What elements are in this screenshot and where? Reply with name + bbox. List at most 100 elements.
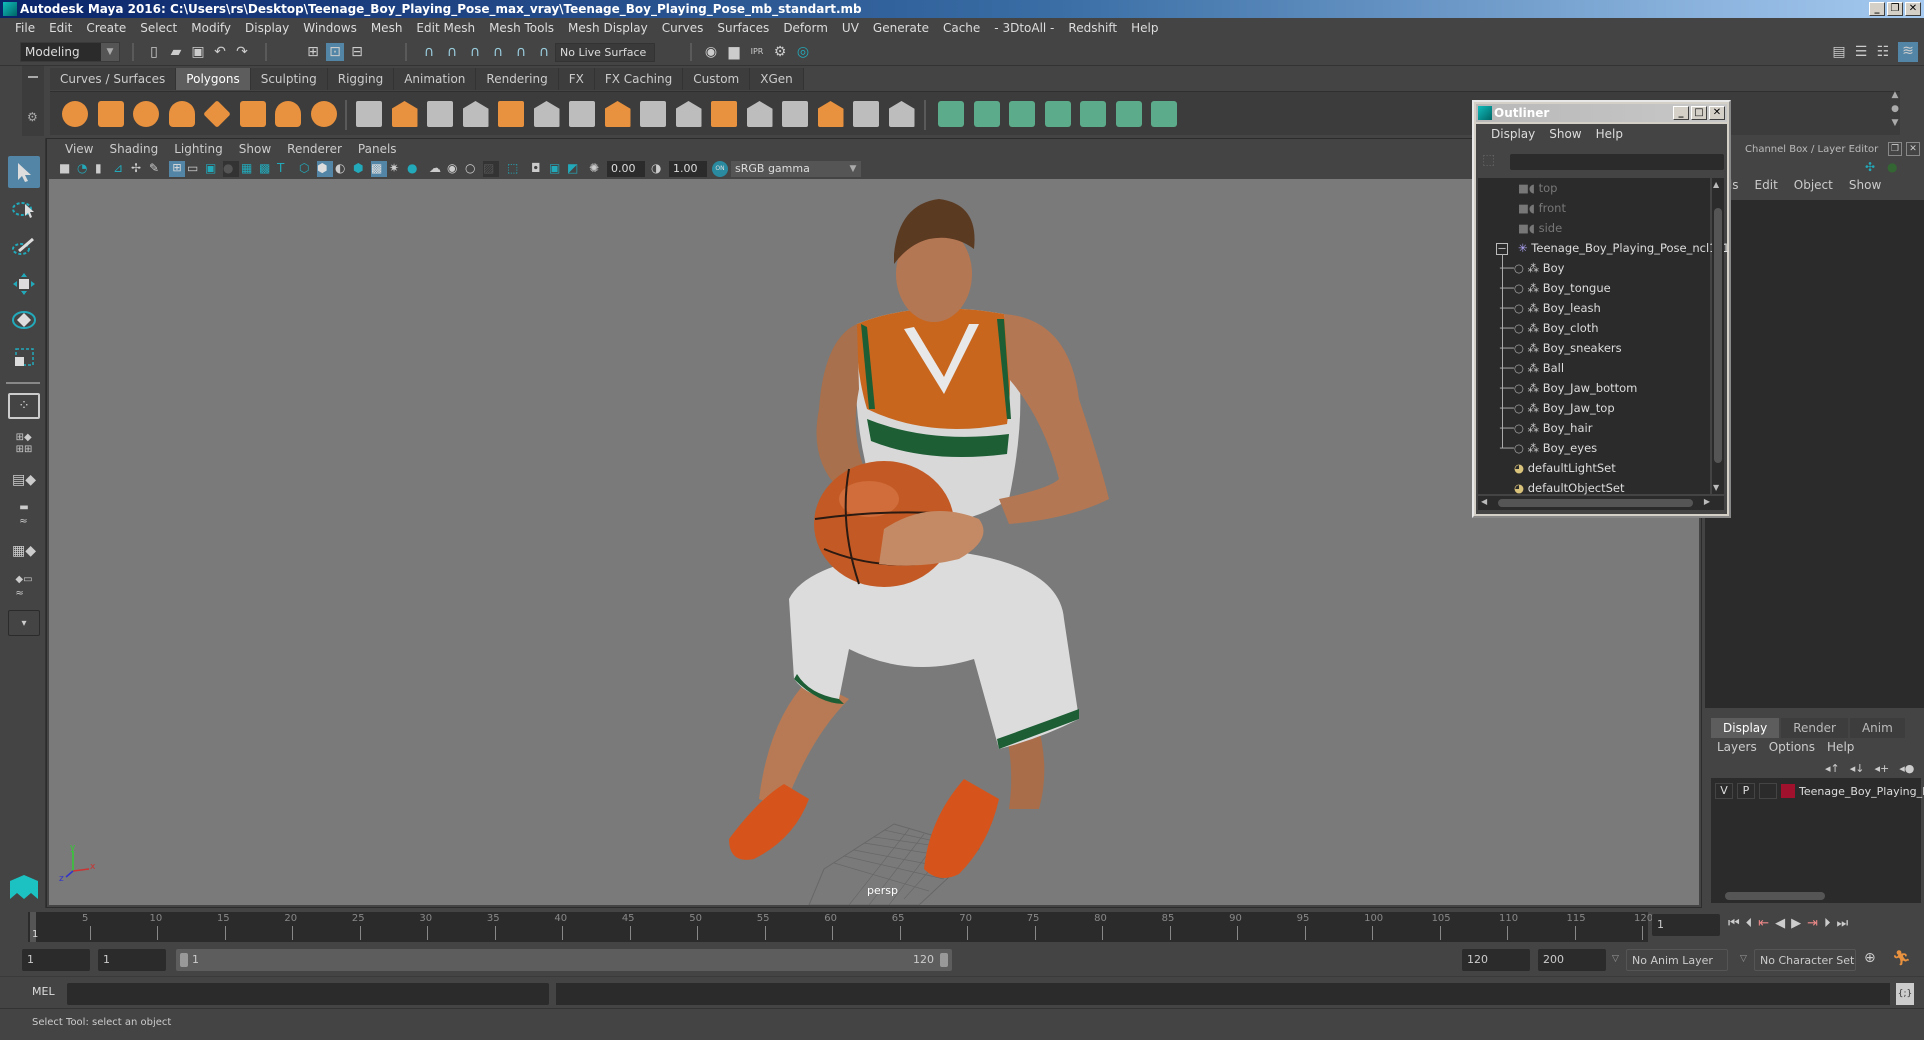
select-hierarchy-icon[interactable]: ⊞ [304,43,322,61]
four-view-layout-icon[interactable]: ⊞◆ ⊞⊞ [8,430,40,458]
bevel-icon[interactable] [498,101,524,127]
channel-box-menu-show[interactable]: Show [1841,178,1889,198]
uv-editor-icon[interactable] [1115,101,1142,127]
3d-viewport[interactable]: persp y x z [49,179,1699,905]
layer-name[interactable]: Teenage_Boy_Playing_Pose [1799,785,1924,798]
exposure-field[interactable]: 0.00 [607,161,645,177]
target-weld-icon[interactable] [782,101,808,127]
menu-set-dropdown[interactable]: Modeling ▼ [20,42,120,62]
mirror-icon[interactable] [427,101,453,127]
poly-torus-icon[interactable] [239,101,266,127]
snap-grid-icon[interactable]: ∩ [420,43,438,61]
persp-graph-layout-icon[interactable]: ▬ ≈ [8,500,40,530]
outliner-hscroll[interactable]: ◀ ▶ [1478,496,1724,510]
outliner-item-camera-top[interactable]: ■◖ top [1518,178,1557,198]
shelf-tab-rendering[interactable]: Rendering [476,68,559,90]
shelf-tab-custom[interactable]: Custom [683,68,751,90]
safe-action-icon[interactable]: ▩ [259,161,275,177]
shelf-gear-icon[interactable]: ⚙ [27,110,38,124]
move-layer-down-icon[interactable]: ◂↓ [1850,762,1865,775]
animation-start-field[interactable]: 1 [22,949,90,971]
filter-toggle-icon[interactable]: ⬚ [1482,152,1495,168]
menu-surfaces[interactable]: Surfaces [710,18,776,38]
unfold-icon[interactable] [1080,101,1106,127]
layer-menu-options[interactable]: Options [1763,740,1821,760]
anti-aliasing-icon[interactable]: ○ [465,161,481,177]
outliner-item-mesh[interactable]: ──○ ⁂ Boy_tongue [1500,278,1611,298]
wireframe-on-shaded-icon[interactable]: ◐ [335,161,351,177]
move-layer-up-icon[interactable]: ◂↑ [1825,762,1840,775]
gate-mask-icon[interactable]: ● [223,161,239,177]
xray-icon[interactable]: ⬢ [353,161,369,177]
field-chart-icon[interactable]: ▦ [241,161,257,177]
channel-box-menu-edit[interactable]: Edit [1747,178,1786,198]
shadows-icon[interactable]: ● [407,161,423,177]
character-set-dropdown[interactable]: No Character Set [1754,949,1856,971]
gamma-icon[interactable]: ◑ [651,161,667,177]
outliner-menu-show[interactable]: Show [1542,127,1588,141]
viewport-menu-view[interactable]: View [57,142,101,156]
outliner-item-mesh[interactable]: ──○ ⁂ Boy_Jaw_top [1500,398,1615,418]
shelf-tab-polygons[interactable]: Polygons [176,68,251,90]
select-camera-icon[interactable]: ■ [59,161,75,177]
menu-uv[interactable]: UV [835,18,866,38]
shelf-tab-animation[interactable]: Animation [394,68,477,90]
viewport-menu-lighting[interactable]: Lighting [166,142,231,156]
render-view-icon[interactable]: ◉ [702,43,720,61]
outliner-item-camera-side[interactable]: ■◖ side [1518,218,1562,238]
outliner-vscroll[interactable]: ▲ ▼ [1712,178,1724,494]
animation-preferences-icon[interactable]: 🏃︎ [1892,949,1911,967]
viewport-menu-panels[interactable]: Panels [350,142,405,156]
display-type-toggle[interactable] [1759,783,1777,799]
extrude-icon[interactable] [640,101,666,127]
persp-outliner-graph-layout-icon[interactable]: ◆▭ ≈ [8,572,40,602]
poly-cylinder-icon[interactable] [133,101,159,127]
anim-layer-chevron-icon[interactable]: ▽ [1612,954,1619,964]
animation-end-field[interactable]: 200 [1538,949,1606,971]
close-panel-icon[interactable]: ✕ [1906,142,1920,156]
menu-redshift[interactable]: Redshift [1061,18,1124,38]
hud-icon[interactable]: ◩ [567,161,583,177]
grease-pencil-icon[interactable]: ✎ [149,161,165,177]
hypershade-persp-layout-icon[interactable]: ▦◆ [8,536,40,566]
cylindrical-mapping-icon[interactable] [973,101,1000,127]
wireframe-icon[interactable]: ⬡ [299,161,315,177]
menu-mesh-tools[interactable]: Mesh Tools [482,18,561,38]
menu-select[interactable]: Select [133,18,184,38]
manipulator-icon[interactable]: ✣ [1865,160,1875,174]
xray-joints-icon[interactable]: ◘ [531,161,547,177]
shelf-tab-fx[interactable]: FX [558,68,595,90]
auto-key-icon[interactable]: ⊕ [1864,950,1876,966]
single-perspective-layout-icon[interactable]: ⁘ [8,393,40,419]
outliner-close-button[interactable]: ✕ [1709,106,1725,120]
xray-active-components-icon[interactable]: ▣ [549,161,565,177]
playback-end-field[interactable]: 120 [1462,949,1530,971]
go-to-end-icon[interactable]: ⏭ [1837,916,1849,931]
2d-pan-zoom-icon[interactable]: ✢ [131,161,147,177]
time-slider-track[interactable]: 1 5 10 15 20 25 30 35 40 45 50 55 60 65 70 75 80 85 90 95 1… [28,912,1653,942]
menu-curves[interactable]: Curves [655,18,711,38]
append-icon[interactable] [569,101,595,127]
screen-space-ao-icon[interactable]: ☁ [429,161,445,177]
image-plane-icon[interactable]: ⊿ [113,161,129,177]
separate-icon[interactable] [391,101,418,127]
menu-edit-mesh[interactable]: Edit Mesh [409,18,482,38]
layer-color-swatch[interactable] [1781,784,1795,798]
script-language-toggle[interactable]: MEL [32,985,55,998]
select-object-icon[interactable]: ⊡ [326,43,344,61]
resolution-gate-icon[interactable]: ▣ [205,161,221,177]
smooth-shade-icon[interactable]: ⬢ [317,161,333,177]
poly-cube-icon[interactable] [97,101,124,127]
select-tool-icon[interactable] [8,156,40,188]
menu-display[interactable]: Display [238,18,296,38]
shelf-tab-curves-surfaces[interactable]: Curves / Surfaces [50,68,177,90]
outliner-item-mesh[interactable]: ──○ ⁂ Ball [1500,358,1564,378]
character-set-chevron-icon[interactable]: ▽ [1740,954,1747,964]
outliner-item-set-defaultObjectSet[interactable]: ◕ defaultObjectSet [1514,478,1625,498]
outliner-item-mesh[interactable]: ──○ ⁂ Boy_Jaw_bottom [1500,378,1637,398]
select-component-icon[interactable]: ⊟ [348,43,366,61]
menu-mesh[interactable]: Mesh [364,18,410,38]
outliner-item-group[interactable]: − ✳ Teenage_Boy_Playing_Pose_ncl1_1 [1496,238,1730,258]
viewport-menu-shading[interactable]: Shading [101,142,166,156]
render-current-frame-icon[interactable]: ▆ [725,43,743,61]
